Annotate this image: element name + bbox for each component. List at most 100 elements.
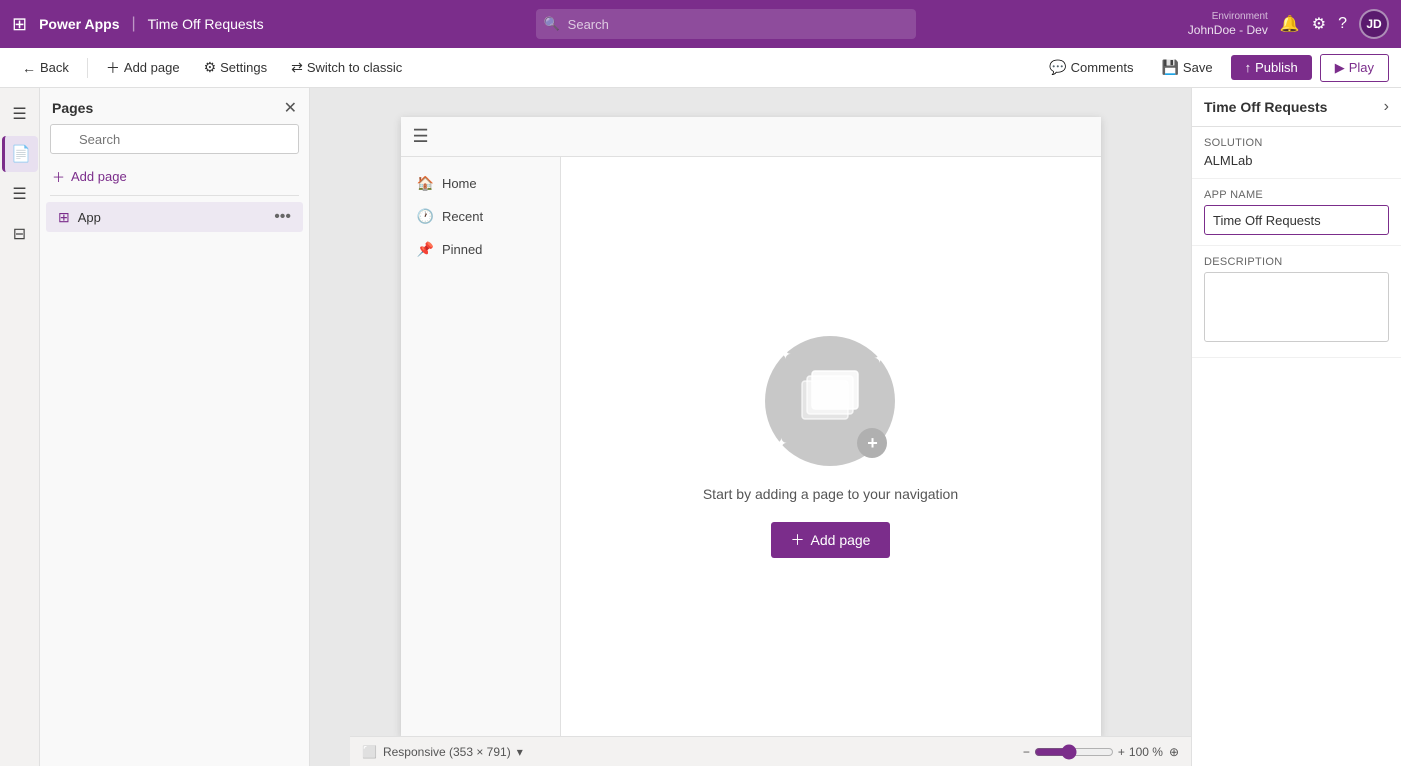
solution-label: Solution — [1204, 137, 1389, 149]
description-textarea[interactable] — [1204, 272, 1389, 342]
pages-title: Pages — [52, 100, 93, 116]
save-button[interactable]: 💾 Save — [1151, 55, 1222, 80]
preview-hamburger-icon[interactable]: ☰ — [413, 126, 429, 147]
recent-icon: 🕐 — [417, 208, 434, 225]
settings-button[interactable]: ⚙ Settings — [194, 55, 278, 80]
avatar[interactable]: JD — [1359, 9, 1389, 39]
icon-bar-menu[interactable]: ☰ — [2, 96, 38, 132]
props-header: Time Off Requests › — [1192, 88, 1401, 127]
pinned-icon: 📌 — [417, 241, 434, 258]
preview-nav-recent[interactable]: 🕐 Recent — [401, 200, 560, 233]
zoom-value: 100 % — [1129, 745, 1163, 759]
page-app-label: App — [78, 210, 266, 225]
preview-area: ☰ 🏠 Home 🕐 Recent 📌 Pinned — [310, 88, 1191, 766]
app-name-nav: Time Off Requests — [148, 16, 264, 32]
add-badge: + — [857, 428, 887, 458]
bottom-bar: ⬜ Responsive (353 × 791) ▾ − + 100 % ⊕ — [350, 736, 1191, 766]
home-icon: 🏠 — [417, 175, 434, 192]
props-solution-section: Solution ALMLab — [1192, 127, 1401, 179]
switch-classic-label: Switch to classic — [307, 60, 402, 75]
responsive-chevron-icon[interactable]: ▾ — [517, 745, 523, 759]
add-icon: ＋ — [106, 58, 120, 78]
publish-icon: ↑ — [1245, 60, 1252, 75]
top-nav-right: Environment JohnDoe - Dev 🔔 ⚙ ? JD — [1188, 9, 1389, 39]
pages-panel-header: Pages ✕ — [40, 88, 309, 124]
main-layout: ☰ 📄 ☰ ⊟ Pages ✕ 🔍 ＋ Add page ⊞ App ••• — [0, 88, 1401, 766]
page-app-icon: ⊞ — [58, 209, 70, 226]
responsive-icon: ⬜ — [362, 745, 377, 759]
play-label: Play — [1349, 60, 1374, 75]
pages-stack-icon — [790, 361, 870, 441]
icon-bar: ☰ 📄 ☰ ⊟ — [0, 88, 40, 766]
preview-add-icon: ＋ — [791, 530, 805, 550]
icon-bar-list[interactable]: ☰ — [2, 176, 38, 212]
page-app-more-icon[interactable]: ••• — [274, 208, 291, 226]
zoom-minus-button[interactable]: − — [1023, 745, 1030, 759]
back-button[interactable]: ← Back — [12, 56, 79, 80]
search-input[interactable] — [536, 9, 916, 39]
preview-side-nav: 🏠 Home 🕐 Recent 📌 Pinned — [401, 157, 561, 737]
icon-bar-pages[interactable]: 📄 — [2, 136, 38, 172]
switch-icon: ⇄ — [291, 59, 303, 76]
props-appname-section: App name — [1192, 179, 1401, 246]
pages-search-input[interactable] — [50, 124, 299, 154]
props-title: Time Off Requests — [1204, 99, 1327, 115]
pages-close-icon[interactable]: ✕ — [284, 98, 297, 118]
preview-empty-text: Start by adding a page to your navigatio… — [703, 486, 958, 502]
pages-add-icon: ＋ — [52, 167, 65, 186]
play-button[interactable]: ▶ Play — [1320, 54, 1389, 82]
search-icon: 🔍 — [544, 16, 560, 32]
environment-value: JohnDoe - Dev — [1188, 23, 1268, 39]
publish-button[interactable]: ↑ Publish — [1231, 55, 1312, 80]
top-nav: ⊞ Power Apps | Time Off Requests 🔍 Envir… — [0, 0, 1401, 48]
add-page-label: Add page — [124, 60, 180, 75]
pages-item-app[interactable]: ⊞ App ••• — [46, 202, 303, 232]
bottom-bar-left: ⬜ Responsive (353 × 791) ▾ — [362, 745, 523, 759]
description-label: Description — [1204, 256, 1389, 268]
back-label: Back — [40, 60, 69, 75]
app-name-label: App name — [1204, 189, 1389, 201]
comments-button[interactable]: 💬 Comments — [1039, 55, 1143, 80]
add-page-button[interactable]: ＋ Add page — [96, 54, 190, 82]
play-icon: ▶ — [1335, 60, 1345, 76]
pages-add-page-button[interactable]: ＋ Add page — [40, 162, 309, 191]
pages-add-label: Add page — [71, 169, 127, 184]
help-icon[interactable]: ? — [1338, 15, 1347, 33]
pages-search-wrapper: 🔍 — [40, 124, 309, 162]
search-wrapper: 🔍 — [536, 9, 916, 39]
preview-nav-pinned-label: Pinned — [442, 242, 482, 257]
props-expand-icon[interactable]: › — [1384, 98, 1389, 116]
responsive-label: Responsive (353 × 791) — [383, 745, 511, 759]
preview-nav-home[interactable]: 🏠 Home — [401, 167, 560, 200]
back-icon: ← — [22, 60, 36, 76]
app-name-input[interactable] — [1204, 205, 1389, 235]
settings-label: Settings — [220, 60, 267, 75]
save-icon: 💾 — [1161, 59, 1178, 76]
preview-nav-recent-label: Recent — [442, 209, 483, 224]
nav-separator: | — [131, 15, 135, 33]
environment-info: Environment JohnDoe - Dev — [1188, 10, 1268, 39]
preview-add-page-button[interactable]: ＋ Add page — [771, 522, 891, 558]
sparkle-bl: ✦ — [775, 435, 787, 452]
preview-top-bar: ☰ — [401, 117, 1101, 157]
solution-value: ALMLab — [1204, 153, 1389, 168]
comments-label: Comments — [1071, 60, 1134, 75]
fit-icon[interactable]: ⊕ — [1169, 745, 1179, 759]
bottom-bar-right: − + 100 % ⊕ — [1023, 744, 1179, 760]
preview-body: 🏠 Home 🕐 Recent 📌 Pinned — [401, 157, 1101, 737]
save-label: Save — [1183, 60, 1213, 75]
switch-classic-button[interactable]: ⇄ Switch to classic — [281, 55, 412, 80]
icon-bar-data[interactable]: ⊟ — [2, 216, 38, 252]
toolbar-separator-1 — [87, 58, 88, 78]
grid-icon[interactable]: ⊞ — [12, 14, 27, 35]
sparkle-tl: ✦ — [779, 346, 791, 363]
pages-divider — [50, 195, 299, 196]
props-description-section: Description — [1192, 246, 1401, 358]
properties-panel: Time Off Requests › Solution ALMLab App … — [1191, 88, 1401, 766]
zoom-slider[interactable] — [1034, 744, 1114, 760]
toolbar: ← Back ＋ Add page ⚙ Settings ⇄ Switch to… — [0, 48, 1401, 88]
zoom-plus-button[interactable]: + — [1118, 745, 1125, 759]
notification-icon[interactable]: 🔔 — [1280, 14, 1300, 34]
preview-nav-pinned[interactable]: 📌 Pinned — [401, 233, 560, 266]
settings-gear-icon[interactable]: ⚙ — [1312, 14, 1326, 34]
